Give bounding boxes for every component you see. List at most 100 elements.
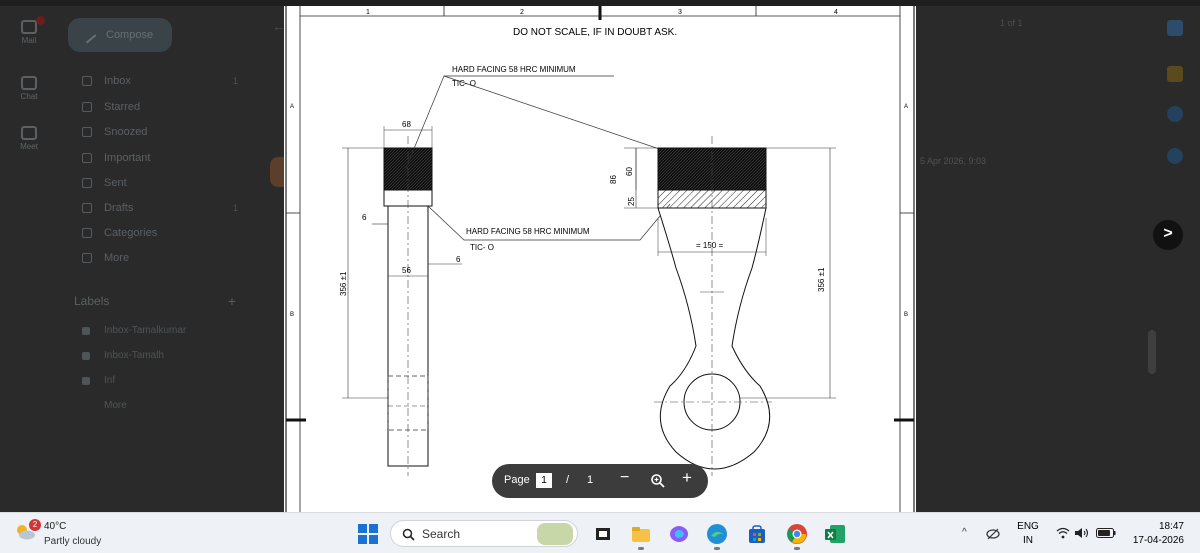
weather-badge: 2 (29, 519, 41, 531)
page-number-input[interactable]: 1 (536, 473, 552, 488)
nav-important[interactable]: Important (80, 148, 248, 168)
rail-mail-label: Mail (21, 36, 37, 45)
rail-meet[interactable]: Meet (0, 126, 58, 151)
note-tic-2: TIC- O (470, 243, 494, 252)
next-attachment-button[interactable]: > (1153, 220, 1183, 250)
label-icon (82, 228, 92, 238)
labels-heading: Labels + (74, 293, 244, 309)
mail-badge (36, 16, 45, 25)
label-item[interactable]: More (80, 397, 248, 415)
app-rail: Mail Chat Meet (0, 6, 58, 512)
nav-sent[interactable]: Sent (80, 173, 248, 193)
nav-starred[interactable]: Starred (80, 97, 248, 117)
windows-start-icon[interactable] (358, 524, 378, 544)
temperature: 40°C (44, 521, 67, 532)
dim-356-right: 356 ±1 (817, 267, 826, 292)
mail-pager: 1 of 1 (1000, 18, 1023, 28)
chevron-down-icon (82, 402, 90, 410)
clock-time: 18:47 (1158, 521, 1184, 532)
labels-heading-text: Labels (74, 294, 110, 308)
nav-label: More (104, 252, 130, 264)
chevron-up-icon[interactable]: ^ (962, 527, 967, 538)
zone-label: 4 (834, 9, 838, 16)
rail-mail[interactable]: Mail (0, 16, 58, 45)
store-icon[interactable] (746, 523, 768, 545)
nav-label: Inbox (104, 75, 131, 87)
weather-widget[interactable]: 2 40°C Partly cloudy (12, 518, 132, 550)
zoom-out-button[interactable]: − (620, 469, 629, 487)
pencil-icon (79, 26, 97, 44)
zoom-in-button[interactable]: + (682, 468, 692, 488)
dim-6-left: 6 (362, 213, 367, 222)
label-tag-icon (82, 352, 90, 360)
label-item[interactable]: Inbox-Tamalh (80, 347, 248, 365)
file-explorer-icon[interactable] (630, 523, 652, 545)
rail-meet-label: Meet (20, 142, 38, 151)
taskbar-search[interactable]: Search (390, 520, 578, 547)
battery-icon[interactable] (1096, 528, 1116, 538)
dim-6-right: 6 (456, 255, 461, 264)
language-indicator[interactable]: ENG IN (1016, 520, 1040, 548)
edge-icon[interactable] (706, 523, 728, 545)
page-separator: / (566, 474, 570, 486)
rail-chat[interactable]: Chat (0, 76, 58, 101)
nav-inbox[interactable]: Inbox 1 (80, 71, 248, 91)
clock-date: 17-04-2026 (1132, 535, 1184, 546)
label-tag-icon (82, 327, 90, 335)
zoom-icon[interactable] (650, 473, 666, 489)
chrome-icon[interactable] (786, 523, 808, 545)
leader-note1 (405, 75, 614, 169)
dim-150: = 150 = (696, 241, 723, 250)
contacts-icon[interactable] (1167, 148, 1183, 164)
copilot-icon[interactable] (668, 523, 690, 545)
label-text: Inbox-Tamalh (104, 350, 165, 361)
tasks-icon[interactable] (1167, 106, 1183, 122)
clock[interactable]: 18:47 17-04-2026 (1122, 520, 1184, 548)
nav-label: Drafts (104, 202, 134, 214)
zone-label: B (290, 312, 294, 318)
nav-snoozed[interactable]: Snoozed (80, 122, 248, 142)
send-icon (82, 178, 92, 188)
hidden-eye-icon[interactable] (986, 527, 1000, 541)
compose-button[interactable]: Compose (68, 18, 172, 52)
leader-note1-b (443, 75, 681, 157)
scrollbar-thumb[interactable] (1148, 330, 1156, 374)
search-label: Search (422, 527, 461, 541)
note-hardfacing-1: HARD FACING 58 HRC MINIMUM (452, 65, 576, 74)
nav-drafts[interactable]: Drafts 1 (80, 198, 248, 218)
inbox-icon (82, 76, 92, 86)
label-text: Inf (104, 375, 116, 386)
gmail-nav: Compose Inbox 1 Starred Snoozed Important… (64, 6, 248, 512)
engineering-drawing: 1 2 3 4 A A B B DO NOT SCALE, IF IN DOUB… (285, 6, 915, 512)
zone-label: A (904, 104, 908, 110)
label-text: Inbox-Tamalkumar (104, 325, 187, 336)
keep-icon[interactable] (1167, 66, 1183, 82)
search-icon (402, 528, 415, 541)
nav-label: Sent (104, 177, 127, 189)
nav-more[interactable]: More (80, 248, 248, 268)
label-item[interactable]: Inf (80, 372, 248, 390)
wifi-icon[interactable] (1056, 527, 1070, 539)
nav-label: Snoozed (104, 126, 148, 138)
nav-label: Categories (104, 227, 158, 239)
calendar-icon[interactable] (1167, 20, 1183, 36)
rail-chat-label: Chat (20, 92, 38, 101)
add-label-icon[interactable]: + (228, 293, 236, 309)
dim-60: 60 (625, 167, 634, 176)
excel-icon[interactable] (824, 523, 846, 545)
mail-meta: 5 Apr 2026, 9:03 (920, 156, 986, 166)
language-region: IN (1023, 535, 1033, 546)
task-view-icon[interactable] (592, 523, 614, 545)
zone-label: 1 (366, 9, 370, 16)
nav-categories[interactable]: Categories (80, 223, 248, 243)
language-code: ENG (1017, 521, 1039, 532)
page-label: Page (504, 474, 530, 486)
pdf-toolbar: Page 1 / 1 − + (492, 464, 708, 498)
label-item[interactable]: Inbox-Tamalkumar (80, 322, 248, 340)
chevron-down-icon (82, 253, 92, 263)
volume-icon[interactable] (1074, 527, 1090, 539)
important-icon (82, 153, 92, 163)
mail-date: 5 Apr 2026, 9:03 (920, 156, 987, 166)
clock-icon (82, 127, 92, 137)
pdf-page: 1 2 3 4 A A B B DO NOT SCALE, IF IN DOUB… (284, 6, 916, 512)
